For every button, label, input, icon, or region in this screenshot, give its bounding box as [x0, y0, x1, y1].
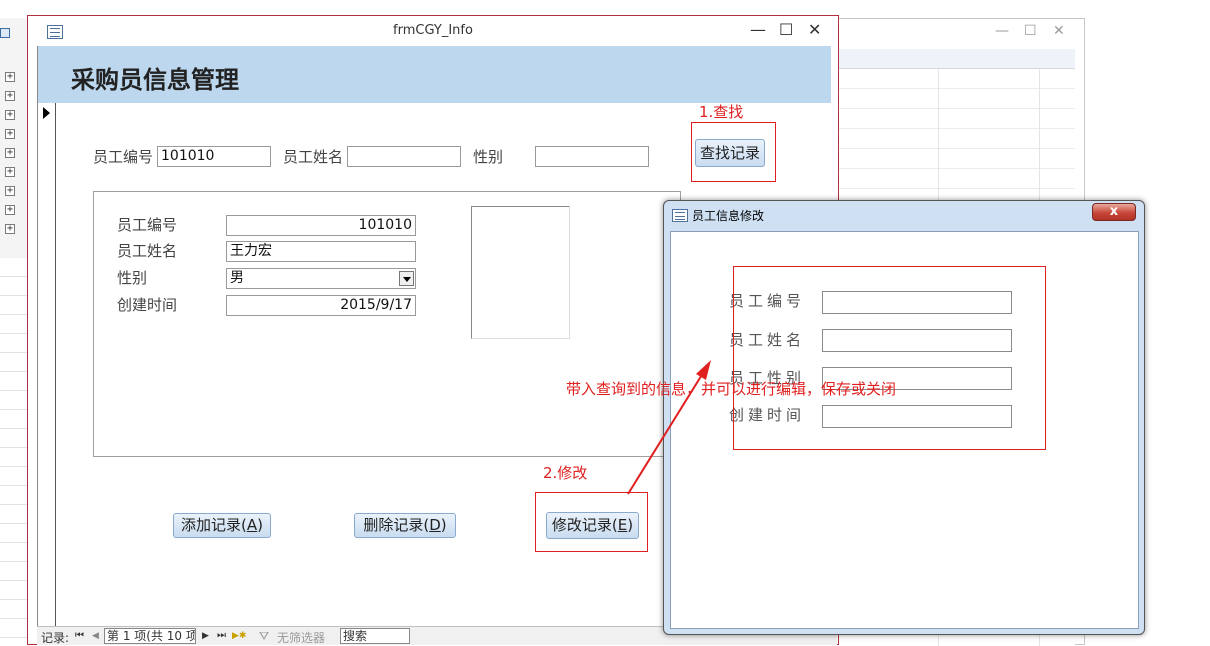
expand-icon[interactable]: + — [5, 167, 15, 177]
access-key: D — [429, 516, 441, 534]
button-label-end: ) — [257, 516, 263, 534]
close-button[interactable]: ✕ — [808, 20, 821, 40]
record-label: 记录: — [41, 631, 70, 645]
detail-created-field[interactable]: 2015/9/17 — [226, 295, 416, 316]
add-record-button[interactable]: 添加记录(A) — [173, 513, 271, 538]
dialog-title: 员工信息修改 — [692, 209, 765, 223]
minimize-button[interactable]: — — [995, 23, 1009, 39]
detail-panel: 员工编号 101010 员工姓名 王力宏 性别 男 创建时间 2015/9/17 — [93, 191, 681, 457]
photo-frame — [471, 206, 570, 339]
edit-dialog: 员工信息修改 x 员工编号 员工姓名 员工性别 创建时间 — [663, 200, 1145, 635]
search-emp-name-label: 员工姓名 — [283, 148, 344, 166]
maximize-button[interactable]: ☐ — [1024, 23, 1037, 39]
detail-gender-label: 性别 — [117, 269, 148, 287]
access-key: A — [246, 516, 258, 534]
search-emp-no-input[interactable]: 101010 — [157, 146, 271, 167]
selected-value: 男 — [230, 270, 244, 286]
expand-icon[interactable]: + — [5, 224, 15, 234]
detail-created-label: 创建时间 — [117, 296, 178, 314]
detail-gender-select[interactable]: 男 — [226, 268, 416, 289]
detail-emp-name-field[interactable]: 王力宏 — [226, 241, 416, 262]
minimize-button[interactable]: — — [750, 20, 766, 40]
search-gender-input[interactable] — [535, 146, 649, 167]
find-record-button[interactable]: 查找记录 — [695, 139, 765, 167]
search-emp-name-input[interactable] — [347, 146, 461, 167]
table-icon — [0, 28, 10, 38]
detail-emp-no-field[interactable]: 101010 — [226, 215, 416, 236]
next-record-icon[interactable]: ▶ — [202, 631, 209, 641]
last-record-icon[interactable]: ⏭ — [217, 630, 226, 641]
datasheet-grid — [0, 258, 28, 645]
button-label: 添加记录( — [181, 516, 247, 534]
button-label: 修改记录( — [551, 516, 618, 534]
expand-icon[interactable]: + — [5, 110, 15, 120]
dialog-body: 员工编号 员工姓名 员工性别 创建时间 — [670, 231, 1139, 629]
prev-record-icon[interactable]: ◀ — [92, 631, 99, 641]
chevron-down-icon[interactable] — [399, 271, 414, 286]
annotation-note: 带入查询到的信息，并可以进行编辑，保存或关闭 — [566, 380, 897, 398]
new-record-icon[interactable]: ▶✱ — [232, 631, 246, 641]
detail-emp-no-label: 员工编号 — [117, 216, 178, 234]
button-label: 删除记录( — [363, 516, 430, 534]
search-input[interactable]: 搜索 — [340, 628, 410, 644]
expand-icon[interactable]: + — [5, 205, 15, 215]
expand-icon[interactable]: + — [5, 129, 15, 139]
maximize-button[interactable]: ☐ — [779, 20, 793, 40]
modify-record-button[interactable]: 修改记录(E) — [546, 512, 639, 539]
button-label-end: ) — [440, 516, 447, 534]
record-position-input[interactable]: 第 1 项(共 10 项 — [104, 628, 196, 644]
form-icon — [47, 25, 63, 39]
annotation-step2: 2.修改 — [543, 464, 588, 482]
search-emp-no-label: 员工编号 — [93, 148, 154, 166]
access-key: E — [617, 516, 628, 534]
form-icon — [672, 209, 688, 222]
button-label-end: ) — [627, 516, 634, 534]
background-navigation-strip: + + + + + + + + + — [0, 18, 28, 645]
highlight-box — [733, 266, 1046, 450]
first-record-icon[interactable]: ⏮ — [75, 630, 84, 641]
datasheet-header — [838, 49, 1075, 69]
expand-icon[interactable]: + — [5, 148, 15, 158]
close-button[interactable]: x — [1092, 203, 1136, 221]
current-record-icon — [43, 107, 50, 119]
no-filter-label[interactable]: 无筛选器 — [277, 629, 325, 646]
delete-record-button[interactable]: 删除记录(D) — [354, 513, 456, 538]
close-button[interactable]: ✕ — [1053, 23, 1065, 39]
form-header: 采购员信息管理 — [38, 46, 831, 103]
search-gender-label: 性别 — [473, 148, 504, 166]
detail-emp-name-label: 员工姓名 — [117, 242, 178, 260]
dialog-titlebar[interactable]: 员工信息修改 x — [664, 201, 1144, 231]
record-selector[interactable] — [38, 103, 56, 626]
filter-icon[interactable]: ⛛ — [259, 629, 269, 644]
expand-icon[interactable]: + — [5, 72, 15, 82]
expand-icon[interactable]: + — [5, 186, 15, 196]
window-title: frmCGY_Info — [28, 16, 838, 46]
expand-icon[interactable]: + — [5, 91, 15, 101]
page-title: 采购员信息管理 — [71, 66, 239, 94]
annotation-step1: 1.查找 — [699, 103, 744, 121]
